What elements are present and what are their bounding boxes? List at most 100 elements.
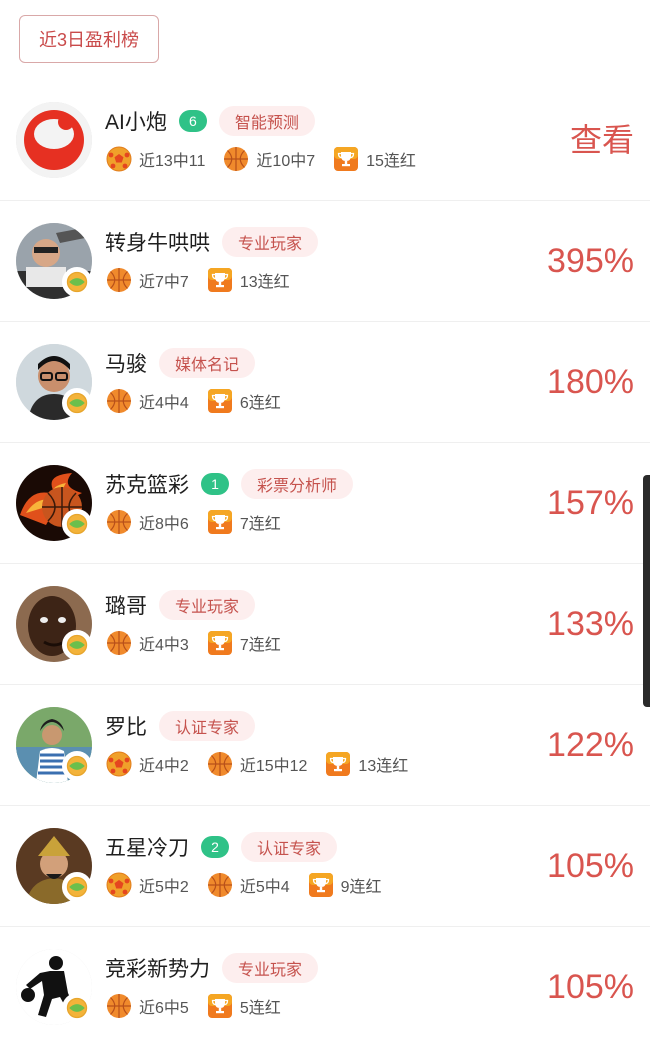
sport-badge-icon bbox=[62, 388, 92, 418]
name-line: 璐哥 专业玩家 bbox=[105, 590, 256, 620]
basketball-icon bbox=[106, 267, 132, 293]
view-button[interactable]: 查看 bbox=[570, 118, 634, 162]
stat-text: 13连红 bbox=[358, 758, 409, 775]
sport-badge-icon bbox=[62, 993, 92, 1023]
stat-text: 7连红 bbox=[239, 516, 281, 533]
stat-item: 6连红 bbox=[207, 388, 281, 414]
scrollbar[interactable] bbox=[643, 475, 650, 707]
stat-item: 13连红 bbox=[207, 267, 290, 293]
stats-line: 近6中5 5连红 bbox=[106, 991, 299, 1021]
stat-item: 近10中7 bbox=[223, 146, 315, 172]
stat-item: 13连红 bbox=[325, 751, 408, 777]
sport-badge-icon bbox=[62, 267, 92, 297]
expert-tag: 专业玩家 bbox=[222, 227, 319, 257]
trophy-icon bbox=[207, 267, 233, 293]
profit-rate: 180% bbox=[547, 363, 634, 401]
stat-text: 5连红 bbox=[239, 1000, 281, 1017]
stats-line: 近4中3 7连红 bbox=[106, 628, 299, 658]
profit-rate: 105% bbox=[547, 968, 634, 1006]
stat-text: 近5中2 bbox=[139, 879, 189, 896]
trophy-icon bbox=[207, 388, 233, 414]
expert-tag: 媒体名记 bbox=[159, 348, 256, 378]
stat-item: 7连红 bbox=[207, 509, 281, 535]
football-icon bbox=[106, 146, 132, 172]
stat-text: 7连红 bbox=[239, 637, 281, 654]
profit-rate: 133% bbox=[547, 605, 634, 643]
list-item[interactable]: 马骏 媒体名记近4中4 6连红 180% bbox=[0, 322, 650, 443]
profit-rate: 395% bbox=[547, 242, 634, 280]
name-line: 转身牛哄哄 专业玩家 bbox=[105, 227, 319, 257]
list-item[interactable]: 转身牛哄哄 专业玩家近7中7 13连红 395% bbox=[0, 201, 650, 322]
expert-name[interactable]: 五星冷刀 bbox=[105, 832, 189, 862]
list-item[interactable]: 五星冷刀 2 认证专家近5中2 近5中4 9连红 105% bbox=[0, 806, 650, 927]
football-icon bbox=[106, 751, 132, 777]
expert-name[interactable]: 罗比 bbox=[105, 711, 147, 741]
stats-line: 近4中2 近15中12 13连红 bbox=[106, 749, 426, 779]
stat-item: 近4中4 bbox=[106, 388, 189, 414]
stat-text: 近10中7 bbox=[256, 153, 316, 170]
stat-item: 近4中3 bbox=[106, 630, 189, 656]
expert-name[interactable]: 竞彩新势力 bbox=[105, 953, 210, 983]
profit-rate: 105% bbox=[547, 847, 634, 885]
expert-tag: 专业玩家 bbox=[222, 953, 319, 983]
profit-rate: 157% bbox=[547, 484, 634, 522]
name-line: 罗比 认证专家 bbox=[105, 711, 256, 741]
rank-badge: 1 bbox=[201, 473, 229, 495]
list-item[interactable]: AI小炮 6 智能预测 近13中11 近10中7 15连红 查看 bbox=[0, 80, 650, 201]
avatar[interactable] bbox=[16, 102, 92, 178]
stat-text: 近8中6 bbox=[139, 516, 189, 533]
stat-item: 近4中2 bbox=[106, 751, 189, 777]
stat-text: 近4中4 bbox=[139, 395, 189, 412]
name-line: 五星冷刀 2 认证专家 bbox=[105, 832, 338, 862]
list-item[interactable]: 罗比 认证专家近4中2 近15中12 13连红 122% bbox=[0, 685, 650, 806]
list-item[interactable]: 竞彩新势力 专业玩家近6中5 5连红 105% bbox=[0, 927, 650, 1037]
expert-name[interactable]: 苏克篮彩 bbox=[105, 469, 189, 499]
stat-text: 近13中11 bbox=[139, 153, 206, 170]
trophy-icon bbox=[308, 872, 334, 898]
stat-item: 15连红 bbox=[333, 146, 416, 172]
sport-badge-icon bbox=[62, 509, 92, 539]
trophy-icon bbox=[207, 509, 233, 535]
basketball-icon bbox=[106, 993, 132, 1019]
name-line: 苏克篮彩 1 彩票分析师 bbox=[105, 469, 354, 499]
name-line: AI小炮 6 智能预测 bbox=[105, 106, 315, 136]
stat-item: 7连红 bbox=[207, 630, 281, 656]
name-line: 马骏 媒体名记 bbox=[105, 348, 256, 378]
stat-item: 近8中6 bbox=[106, 509, 189, 535]
stat-item: 近5中4 bbox=[207, 872, 290, 898]
basketball-icon bbox=[223, 146, 249, 172]
trophy-icon bbox=[207, 993, 233, 1019]
list-item[interactable]: 璐哥 专业玩家近4中3 7连红 133% bbox=[0, 564, 650, 685]
trophy-icon bbox=[325, 751, 351, 777]
tab-label: 近3日盈利榜 bbox=[38, 30, 139, 50]
rank-badge: 6 bbox=[178, 110, 207, 132]
stat-text: 近6中5 bbox=[139, 1000, 189, 1017]
basketball-icon bbox=[106, 509, 132, 535]
stats-line: 近8中6 7连红 bbox=[106, 507, 299, 537]
stat-item: 9连红 bbox=[308, 872, 382, 898]
expert-tag: 认证专家 bbox=[159, 711, 256, 741]
expert-tag: 认证专家 bbox=[241, 832, 338, 862]
football-icon bbox=[106, 872, 132, 898]
sport-badge-icon bbox=[62, 872, 92, 902]
tab-3day-profit-ranking[interactable]: 近3日盈利榜 bbox=[19, 15, 159, 63]
sport-badge-icon bbox=[62, 751, 92, 781]
basketball-icon bbox=[106, 630, 132, 656]
trophy-icon bbox=[207, 630, 233, 656]
expert-tag: 专业玩家 bbox=[159, 590, 256, 620]
stat-text: 9连红 bbox=[340, 879, 382, 896]
stat-item: 5连红 bbox=[207, 993, 281, 1019]
basketball-icon bbox=[207, 751, 233, 777]
stat-text: 近15中12 bbox=[239, 758, 308, 775]
stat-text: 近7中7 bbox=[139, 274, 189, 291]
rank-badge: 2 bbox=[201, 836, 229, 858]
expert-name[interactable]: AI小炮 bbox=[105, 106, 167, 136]
stat-item: 近5中2 bbox=[106, 872, 189, 898]
profit-rate: 122% bbox=[547, 726, 634, 764]
stats-line: 近7中7 13连红 bbox=[106, 265, 308, 295]
expert-name[interactable]: 转身牛哄哄 bbox=[105, 227, 210, 257]
expert-name[interactable]: 马骏 bbox=[105, 348, 147, 378]
expert-tag: 彩票分析师 bbox=[241, 469, 354, 499]
expert-name[interactable]: 璐哥 bbox=[105, 590, 147, 620]
list-item[interactable]: 苏克篮彩 1 彩票分析师近8中6 7连红 157% bbox=[0, 443, 650, 564]
